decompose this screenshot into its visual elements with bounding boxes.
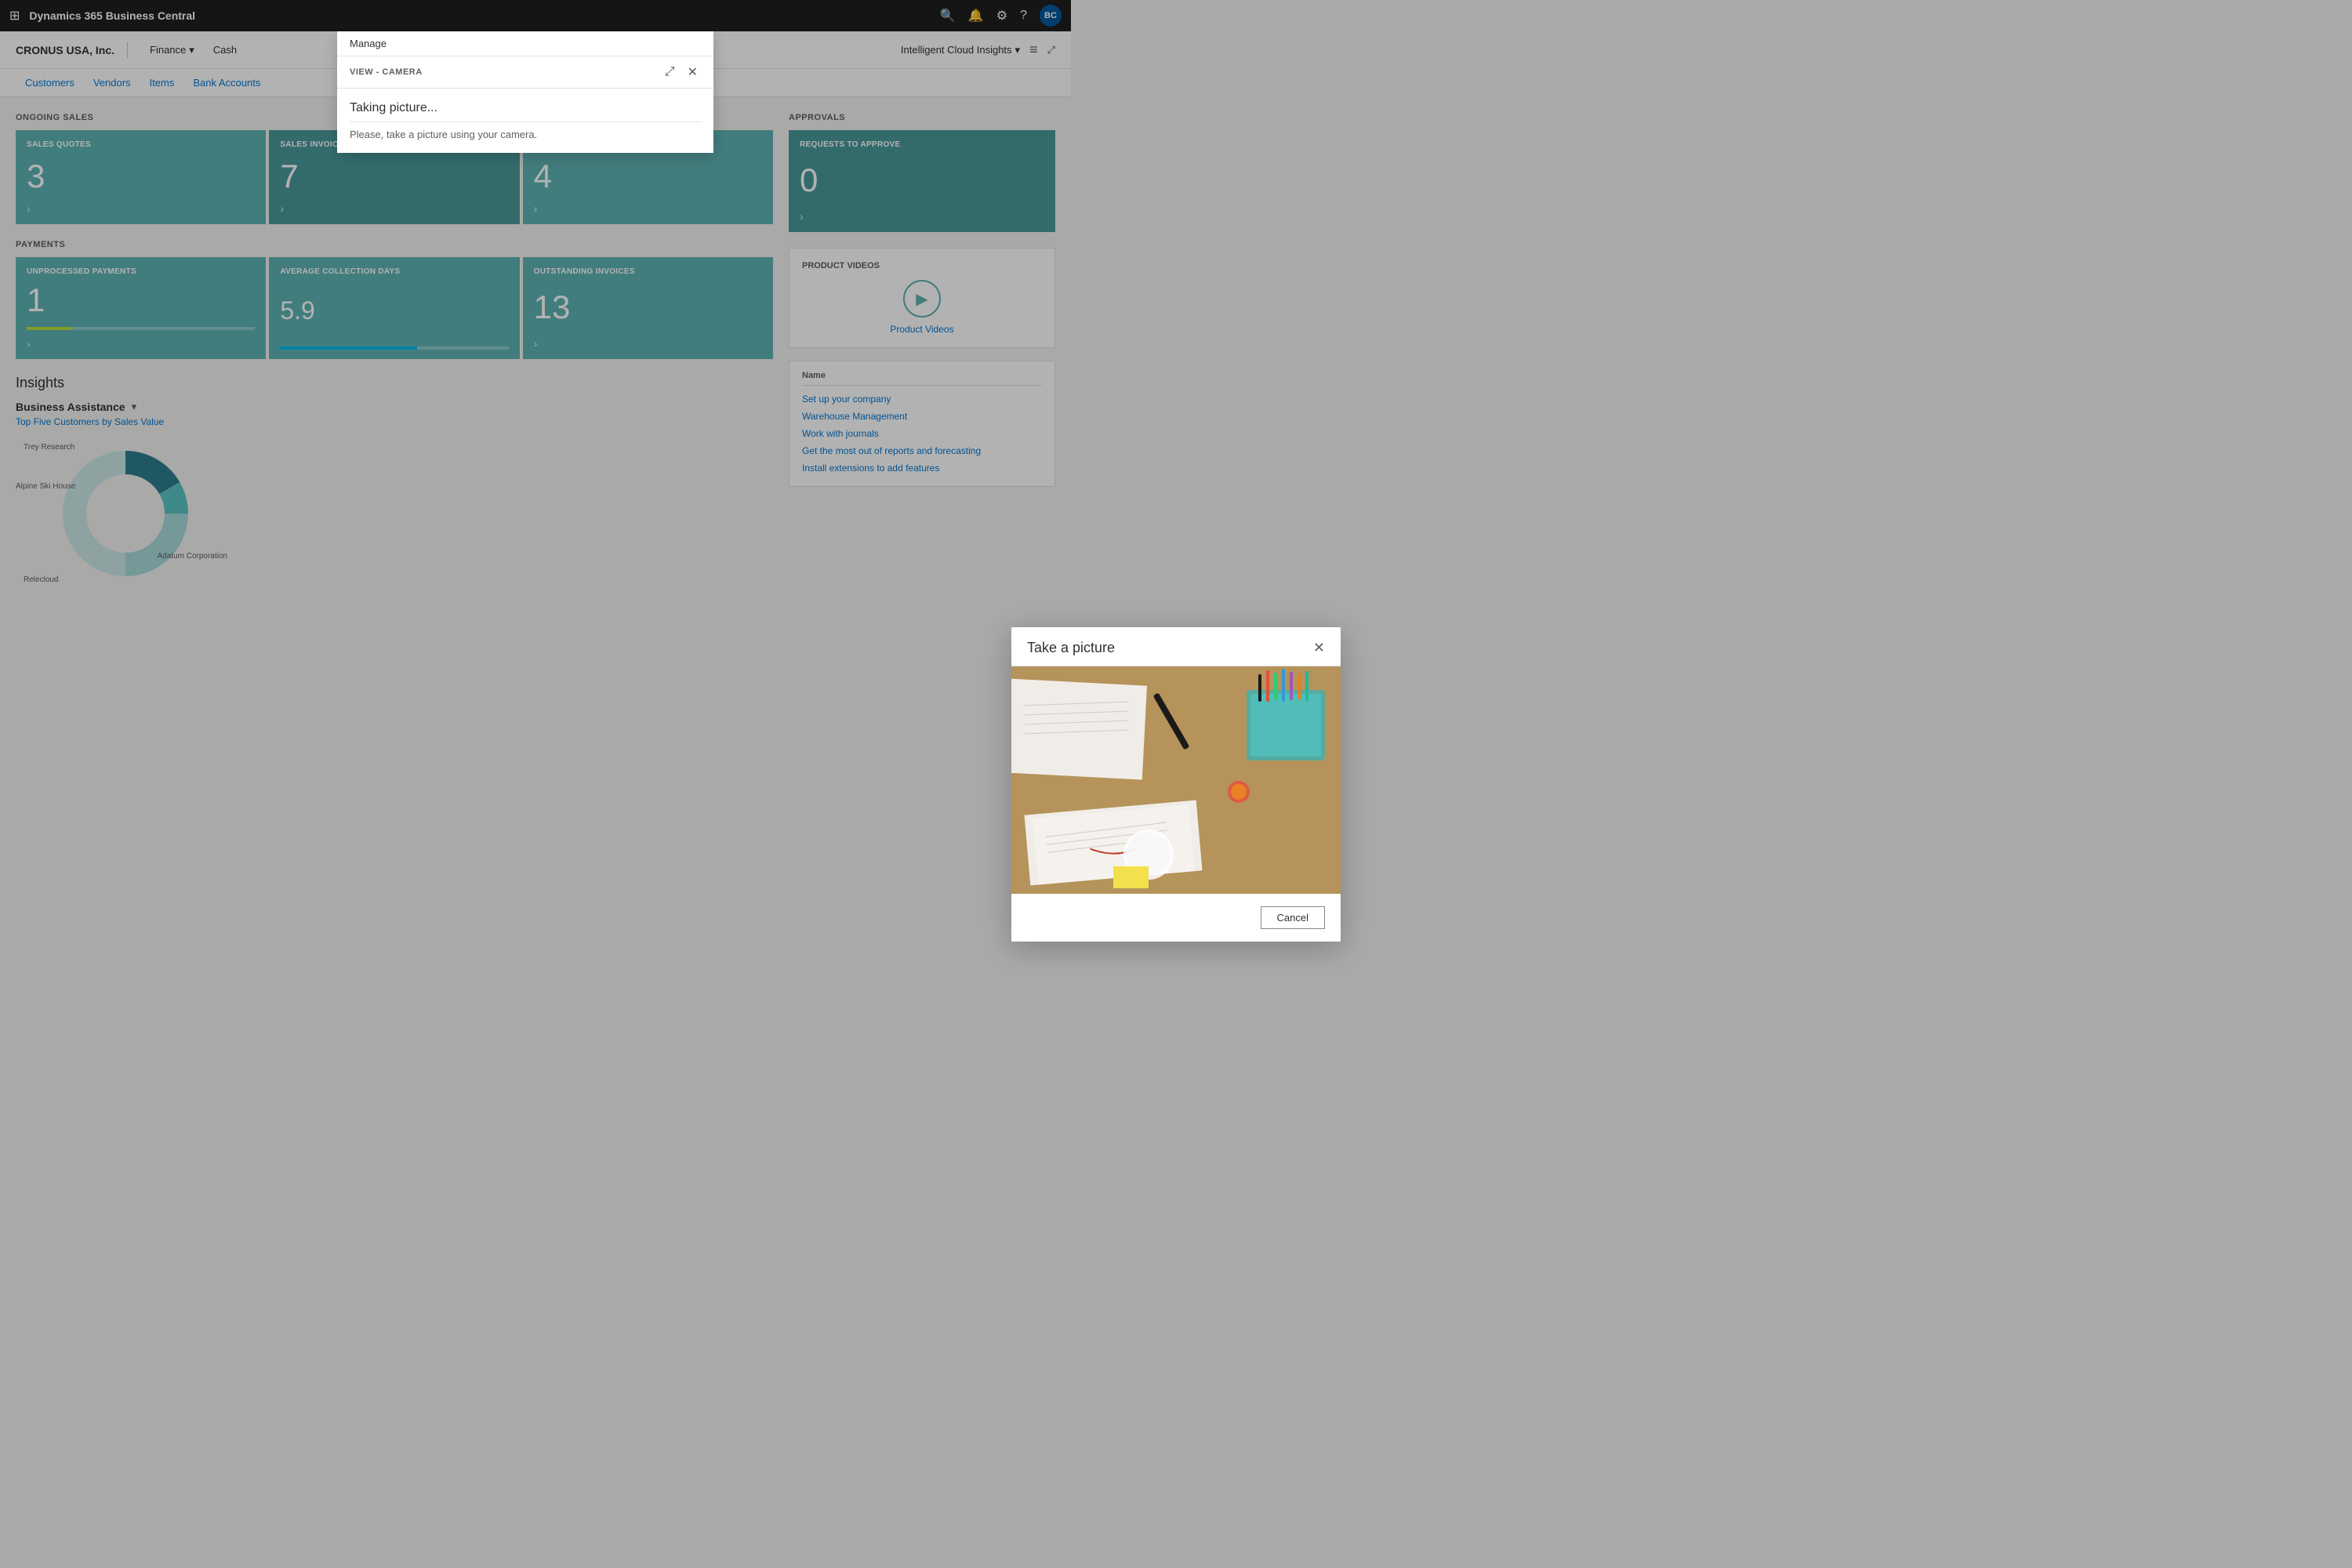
modal-close-button[interactable]: ✕ (1313, 641, 1325, 655)
modal-overlay: Take a picture ✕ (0, 0, 2352, 1568)
modal-title: Take a picture (1027, 640, 1115, 656)
modal-camera-image (1011, 666, 1341, 894)
modal-header: Take a picture ✕ (1011, 627, 1341, 666)
cancel-button[interactable]: Cancel (1261, 906, 1325, 929)
take-picture-modal: Take a picture ✕ (1011, 627, 1341, 942)
modal-footer: Cancel (1011, 894, 1341, 942)
